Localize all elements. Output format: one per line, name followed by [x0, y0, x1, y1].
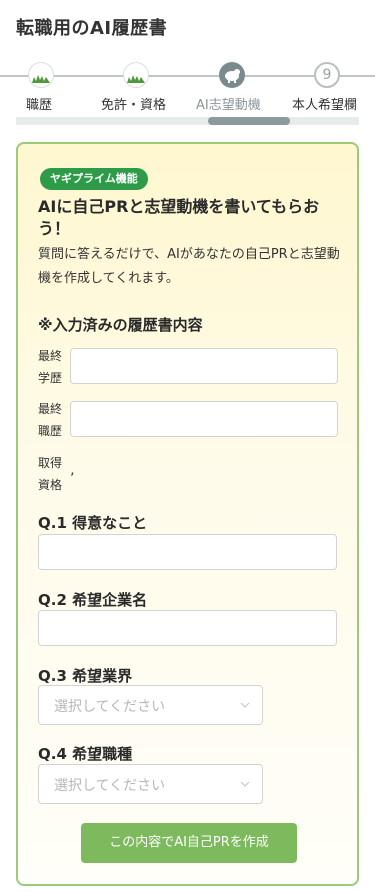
strengths-input[interactable]	[38, 534, 337, 570]
final-education-label: 最終学歴	[38, 349, 63, 385]
industry-select-placeholder: 選択してください	[54, 699, 166, 715]
qualifications-label: 取得資格	[38, 456, 63, 492]
industry-select[interactable]: 選択してください	[38, 685, 263, 725]
grass-icon	[123, 62, 149, 88]
desired-company-input[interactable]	[38, 610, 337, 646]
goat-icon	[219, 62, 245, 88]
stepper-scroll-indicator[interactable]	[208, 117, 290, 125]
page-title: 転職用のAI履歴書	[16, 18, 168, 39]
final-career-field[interactable]	[70, 401, 338, 437]
job-type-select-placeholder: 選択してください	[54, 778, 166, 794]
q3-label: Q.3 希望業界	[38, 667, 133, 685]
q4-label: Q.4 希望職種	[38, 745, 133, 763]
step-licenses[interactable]: 免許・資格	[101, 60, 211, 120]
q1-label: Q.1 得意なこと	[38, 514, 148, 532]
stepper-scroll-track	[16, 117, 359, 125]
step-number-9: 9	[314, 62, 340, 88]
chevron-down-icon	[240, 781, 250, 787]
card-title: AIに自己PRと志望動機を書いてもらおう！	[38, 197, 320, 238]
premium-badge: ヤギプライム機能	[40, 168, 148, 190]
grass-icon	[28, 62, 54, 88]
q2-label: Q.2 希望企業名	[38, 591, 148, 609]
step-ai-motivation[interactable]: AI志望動機	[196, 60, 306, 120]
job-type-select[interactable]: 選択してください	[38, 764, 263, 804]
qualifications-value: ’	[70, 471, 75, 487]
step-personal-request[interactable]: 9 本人希望欄	[292, 60, 375, 120]
ai-pr-card: ヤギプライム機能 AIに自己PRと志望動機を書いてもらおう！ 質問に答えるだけで…	[16, 142, 359, 886]
entered-content-heading: ※入力済みの履歴書内容	[38, 316, 203, 334]
generate-pr-button[interactable]: この内容でAI自己PRを作成	[81, 823, 297, 863]
final-education-field[interactable]	[70, 348, 338, 384]
card-description: 質問に答えるだけで、AIがあなたの自己PRと志望動機を作成してくれます。	[38, 247, 340, 286]
chevron-down-icon	[240, 702, 250, 708]
final-career-label: 最終職歴	[38, 402, 63, 438]
